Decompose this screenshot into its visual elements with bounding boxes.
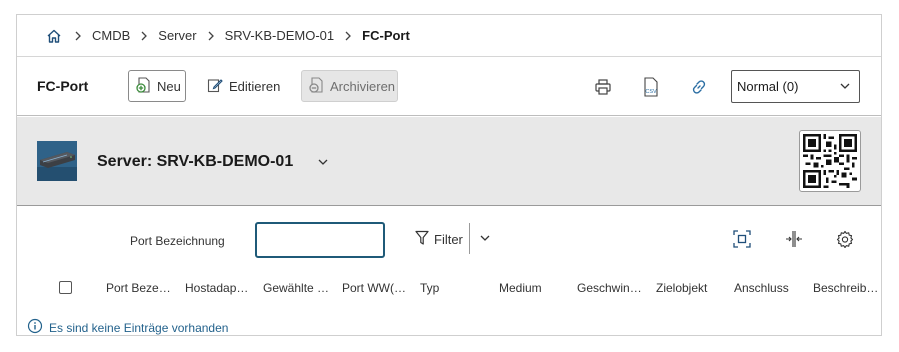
chevron-right-icon [334, 31, 362, 41]
edit-button[interactable]: Editieren [207, 70, 280, 102]
archive-button[interactable]: Archivieren [301, 70, 398, 102]
breadcrumb-server[interactable]: Server [158, 28, 196, 43]
port-name-filter-input[interactable] [255, 222, 385, 258]
empty-state-message: Es sind keine Einträge vorhanden [27, 318, 228, 337]
main-panel: CMDB Server SRV-KB-DEMO-01 FC-Port FC-Po… [16, 14, 882, 336]
filter-button-label: Filter [434, 232, 463, 247]
chevron-right-icon [197, 31, 225, 41]
column-resize-icon[interactable] [783, 228, 805, 250]
column-header-medium[interactable]: Medium [499, 281, 575, 295]
divider [469, 223, 470, 254]
svg-text:CSV: CSV [645, 89, 657, 95]
chevron-down-icon [839, 80, 851, 95]
chevron-down-icon[interactable] [479, 231, 491, 249]
breadcrumb: CMDB Server SRV-KB-DEMO-01 FC-Port [17, 15, 881, 57]
filter-button[interactable]: Filter [415, 230, 463, 249]
column-header-hostadapter[interactable]: Hostadap… [185, 281, 261, 295]
server-image [37, 141, 77, 181]
column-header-zielobjekt[interactable]: Zielobjekt [656, 281, 732, 295]
edit-button-label: Editieren [229, 78, 281, 94]
archive-button-label: Archivieren [330, 78, 396, 94]
column-header-beschreibung[interactable]: Beschreib… [813, 281, 881, 295]
new-button[interactable]: Neu [128, 70, 186, 102]
column-header-port-bezeichnung[interactable]: Port Beze… [106, 281, 182, 295]
new-document-icon [135, 76, 153, 97]
archive-icon [308, 76, 326, 97]
view-select[interactable]: Normal (0) [731, 70, 860, 103]
link-icon[interactable] [688, 76, 710, 98]
chevron-right-icon [64, 31, 92, 41]
breadcrumb-current: FC-Port [362, 28, 410, 43]
qr-code-icon[interactable] [799, 130, 861, 192]
new-button-label: Neu [157, 78, 181, 94]
column-header-gewaehlte[interactable]: Gewählte … [263, 281, 339, 295]
info-icon [27, 318, 43, 337]
column-header-typ[interactable]: Typ [420, 281, 496, 295]
funnel-icon [415, 230, 429, 249]
column-header-geschwindigkeit[interactable]: Geschwin… [577, 281, 653, 295]
printer-icon[interactable] [592, 76, 614, 98]
view-select-value: Normal (0) [737, 79, 799, 94]
object-title: Server: SRV-KB-DEMO-01 [97, 153, 294, 170]
empty-state-text: Es sind keine Einträge vorhanden [49, 320, 229, 335]
edit-icon [207, 77, 223, 96]
chevron-down-icon[interactable] [317, 155, 329, 173]
page-title: FC-Port [37, 78, 89, 94]
object-header: Server: SRV-KB-DEMO-01 [17, 117, 881, 206]
fit-screen-icon[interactable] [731, 228, 753, 250]
select-all-checkbox[interactable] [59, 281, 72, 294]
column-header-anschluss[interactable]: Anschluss [734, 281, 810, 295]
home-icon[interactable] [44, 26, 64, 46]
breadcrumb-cmdb[interactable]: CMDB [92, 28, 130, 43]
chevron-right-icon [130, 31, 158, 41]
breadcrumb-srv-kb-demo-01[interactable]: SRV-KB-DEMO-01 [225, 28, 335, 43]
filter-label: Port Bezeichnung [130, 234, 225, 248]
toolbar: FC-Port Neu Editieren Archivieren CSV No… [17, 57, 881, 116]
column-header-port-ww[interactable]: Port WW(… [342, 281, 418, 295]
csv-export-icon[interactable]: CSV [640, 76, 662, 98]
gear-icon[interactable] [834, 228, 856, 250]
